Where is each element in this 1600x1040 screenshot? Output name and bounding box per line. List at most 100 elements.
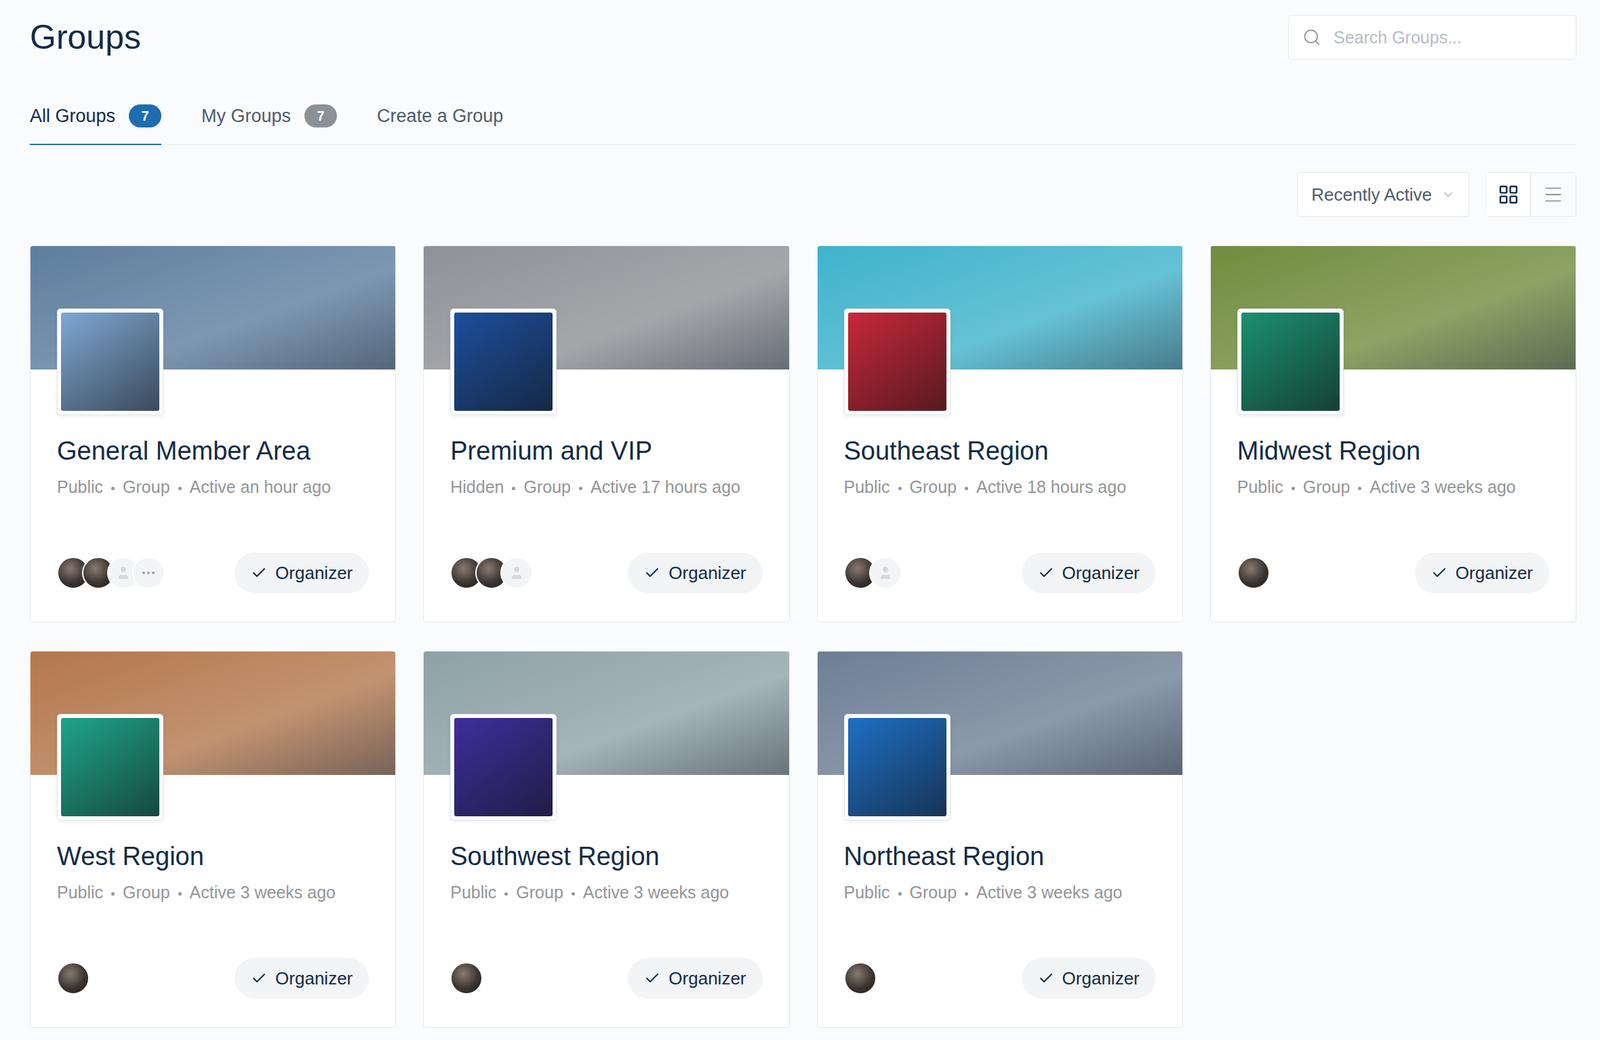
group-name[interactable]: Premium and VIP (450, 433, 763, 468)
membership-label: Organizer (275, 562, 353, 584)
membership-label: Organizer (1062, 968, 1140, 990)
group-meta: Public Group Active 3 weeks ago (56, 880, 369, 929)
check-icon (250, 970, 268, 987)
check-icon (1037, 970, 1055, 987)
group-footer: Organizer (844, 944, 1156, 999)
group-name[interactable]: General Member Area (56, 433, 369, 468)
group-avatar[interactable] (450, 713, 557, 821)
member-avatars (56, 556, 158, 590)
toolbar: Recently Active (29, 172, 1577, 217)
membership-button[interactable]: Organizer (1414, 552, 1550, 594)
separator-dot (1291, 486, 1295, 491)
group-meta: PublicGroupActive 3 weeks ago (450, 880, 763, 929)
chevron-down-icon (1441, 187, 1455, 202)
sort-label: Recently Active (1311, 184, 1432, 206)
group-type: Group (1303, 477, 1350, 497)
sort-select[interactable]: Recently Active (1296, 172, 1470, 217)
membership-button[interactable]: Organizer (627, 552, 763, 594)
list-icon (1542, 183, 1565, 206)
view-button[interactable] (1486, 172, 1531, 217)
person-icon (508, 564, 525, 582)
group-privacy: Public (56, 882, 104, 902)
page-title: Groups (29, 16, 142, 58)
tab-label: All Groups (29, 105, 116, 127)
membership-button[interactable]: Organizer (627, 957, 763, 999)
member-avatar[interactable] (844, 962, 877, 995)
group-name[interactable]: Southwest Region (450, 839, 763, 874)
separator-dot (964, 486, 969, 491)
group-meta: PublicGroupActive an hour ago (56, 474, 369, 524)
group-avatar-image (1241, 312, 1340, 411)
tab[interactable]: All Groups 7 (29, 101, 162, 146)
group-footer: Organizer (1237, 538, 1550, 594)
group-body: West Region Public Group Active 3 weeks ago… (30, 774, 396, 1028)
member-avatar[interactable] (500, 556, 533, 590)
member-avatar[interactable] (56, 962, 90, 995)
view-button[interactable] (1530, 172, 1576, 217)
search-input[interactable] (1332, 27, 1563, 49)
group-avatar[interactable] (56, 713, 164, 821)
separator-dot (571, 892, 575, 896)
tab[interactable]: My Groups7 (201, 101, 337, 146)
group-activity: Active 3 weeks ago (976, 882, 1123, 902)
group-body: General Member AreaPublicGroupActive an … (30, 369, 396, 622)
member-avatar[interactable] (869, 556, 902, 590)
group-body: Southwest Region PublicGroupActive 3 week… (423, 774, 789, 1028)
check-icon (250, 564, 268, 582)
member-avatars (844, 962, 870, 995)
separator-dot (111, 892, 115, 896)
group-card: Northeast Region PublicGroupActive 3 week… (816, 650, 1184, 1028)
separator-dot (511, 486, 516, 491)
group-card: Midwest Region Public Group Active 3 weeks … (1210, 245, 1577, 623)
group-meta: PublicGroupActive 3 weeks ago (844, 880, 1156, 929)
check-icon (644, 564, 661, 582)
group-activity: Active an hour ago (189, 477, 331, 497)
group-avatar[interactable] (844, 308, 951, 415)
membership-label: Organizer (1455, 562, 1533, 584)
membership-label: Organizer (1062, 562, 1140, 584)
group-avatar[interactable] (450, 308, 557, 415)
separator-dot (898, 892, 902, 896)
tab[interactable]: Create a Group (376, 101, 504, 146)
group-name[interactable]: Southeast Region (844, 433, 1156, 468)
group-card: West Region Public Group Active 3 weeks ago… (29, 650, 396, 1028)
separator-dot (1357, 486, 1362, 491)
separator-dot (178, 486, 182, 491)
check-icon (644, 970, 661, 987)
group-avatar[interactable] (1237, 308, 1344, 415)
page-header: Groups (29, 14, 1577, 60)
group-body: Northeast Region PublicGroupActive 3 week… (817, 774, 1183, 1028)
more-icon (140, 564, 157, 582)
member-avatar[interactable] (132, 556, 165, 590)
member-avatars (56, 962, 83, 995)
membership-button[interactable]: Organizer (234, 552, 369, 594)
member-avatar[interactable] (1237, 556, 1270, 590)
group-card: Southwest Region PublicGroupActive 3 week… (423, 650, 790, 1028)
membership-button[interactable]: Organizer (1021, 957, 1156, 999)
group-activity: Active 3 weeks ago (189, 882, 336, 902)
tab-count: 7 (128, 104, 162, 128)
group-privacy: Public (1237, 477, 1284, 497)
group-privacy: Hidden (450, 477, 504, 497)
group-avatar[interactable] (844, 713, 951, 821)
group-name[interactable]: Midwest Region (1237, 433, 1550, 468)
group-activity: Active 3 weeks ago (1369, 477, 1516, 497)
member-avatars (1237, 556, 1263, 590)
search-box[interactable] (1288, 14, 1577, 60)
tab-label: Create a Group (376, 105, 504, 127)
group-avatar[interactable] (56, 308, 164, 415)
membership-label: Organizer (668, 968, 746, 990)
group-body: Premium and VIPHiddenGroupActive 17 hour… (423, 369, 789, 622)
group-type: Group (122, 882, 170, 902)
group-avatar-image (61, 717, 160, 817)
member-avatar[interactable] (450, 962, 483, 995)
group-name[interactable]: West Region (56, 839, 369, 874)
separator-dot (964, 892, 969, 896)
separator-dot (898, 486, 902, 491)
group-type: Group (122, 477, 170, 497)
membership-button[interactable]: Organizer (234, 957, 369, 999)
membership-button[interactable]: Organizer (1021, 552, 1156, 594)
group-activity: Active 17 hours ago (590, 477, 741, 497)
member-avatars (450, 556, 526, 590)
group-name[interactable]: Northeast Region (844, 839, 1156, 874)
